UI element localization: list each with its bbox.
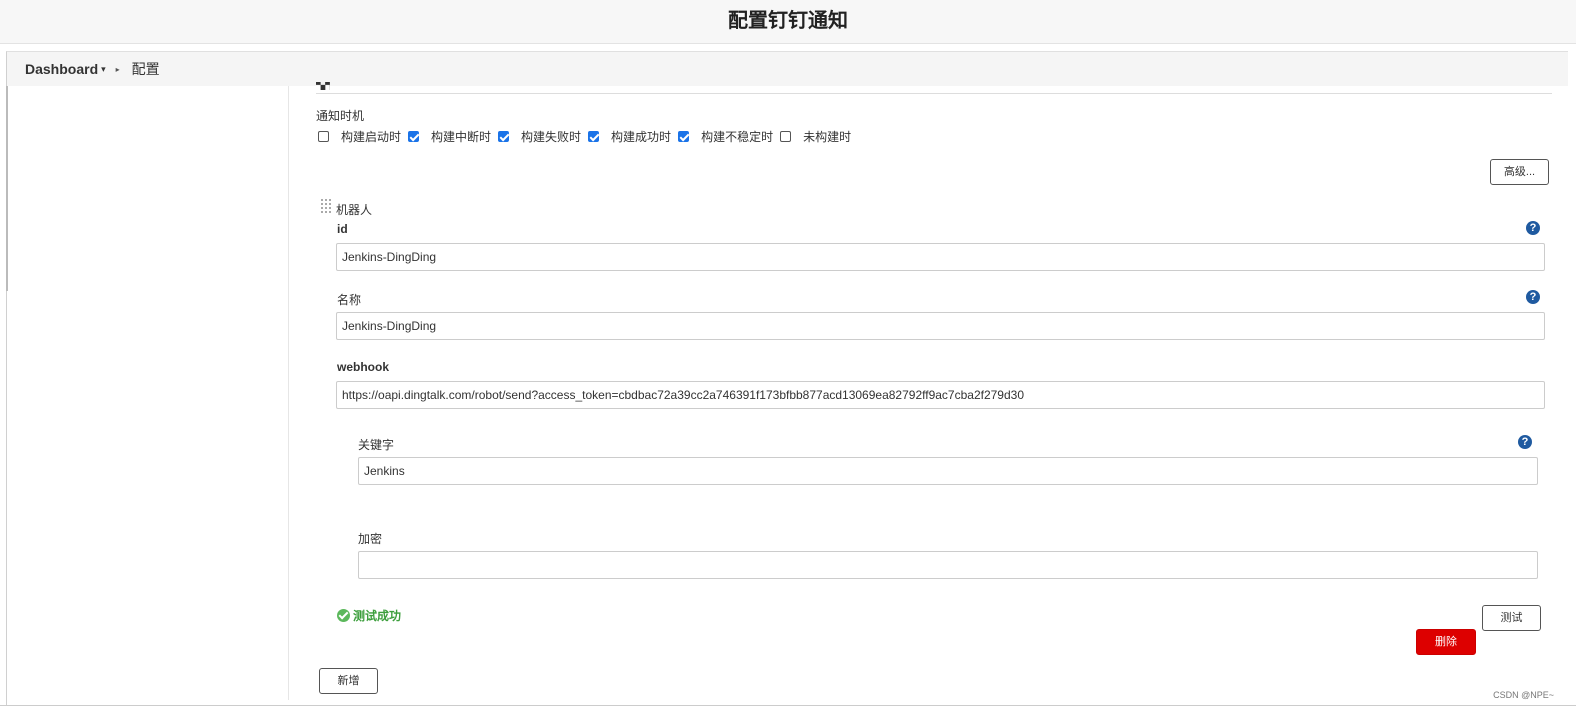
test-status: 测试成功	[337, 607, 401, 624]
bottom-divider	[0, 705, 1576, 706]
checkbox-label: 构建失败时	[521, 130, 582, 144]
checkbox-label: 构建启动时	[341, 130, 402, 144]
watermark: CSDN @NPE~	[1493, 690, 1554, 700]
advanced-button[interactable]: 高级...	[1490, 159, 1549, 185]
add-button[interactable]: 新增	[319, 668, 378, 694]
help-icon[interactable]: ?	[1518, 435, 1532, 449]
keyword-label: 关键字	[358, 438, 395, 452]
checkbox-build-success[interactable]	[588, 131, 600, 142]
checkbox-not-built[interactable]	[780, 131, 792, 142]
checkbox-build-start[interactable]	[318, 131, 329, 142]
name-label: 名称	[337, 293, 362, 307]
id-input[interactable]: Jenkins-DingDing	[336, 243, 1545, 271]
checkbox-label: 构建成功时	[611, 130, 672, 144]
notify-timing-label: 通知时机	[316, 109, 365, 123]
robot-section-label: 机器人	[336, 203, 373, 217]
id-label: id	[337, 222, 348, 236]
test-status-text: 测试成功	[353, 609, 402, 623]
webhook-input[interactable]: https://oapi.dingtalk.com/robot/send?acc…	[336, 381, 1545, 409]
secret-input[interactable]	[358, 551, 1538, 579]
checkbox-build-failure[interactable]	[498, 131, 510, 142]
content-frame	[6, 51, 1568, 705]
help-icon[interactable]: ?	[1526, 290, 1540, 304]
notify-options: 构建启动时 构建中断时 构建失败时 构建成功时 构建不稳定时 未构建时	[318, 128, 858, 145]
checkbox-label: 构建中断时	[431, 130, 492, 144]
section-heading-clipped: ▚▚	[316, 82, 330, 90]
checkbox-label: 构建不稳定时	[701, 130, 774, 144]
breadcrumb-dashboard-link[interactable]: Dashboard	[25, 61, 98, 77]
checkbox-build-unstable[interactable]	[678, 131, 690, 142]
checkbox-label: 未构建时	[803, 130, 852, 144]
secret-label: 加密	[358, 532, 383, 546]
webhook-label: webhook	[337, 360, 390, 374]
section-divider	[316, 93, 1552, 94]
scrollbar[interactable]	[6, 86, 8, 291]
drag-handle-icon[interactable]	[321, 199, 331, 215]
page-title: 配置钉钉通知	[0, 0, 1576, 44]
sidebar-divider	[288, 86, 289, 700]
delete-button[interactable]: 删除	[1416, 629, 1476, 655]
help-icon[interactable]: ?	[1526, 221, 1540, 235]
name-input[interactable]: Jenkins-DingDing	[336, 312, 1545, 340]
checkbox-build-aborted[interactable]	[408, 131, 420, 142]
breadcrumb: Dashboard ▾ ▸ 配置	[7, 52, 1568, 86]
chevron-down-icon[interactable]: ▾	[101, 64, 106, 75]
check-circle-icon	[337, 609, 350, 622]
breadcrumb-current: 配置	[131, 61, 160, 77]
test-button[interactable]: 测试	[1482, 605, 1541, 631]
chevron-right-icon: ▸	[115, 64, 120, 74]
keyword-input[interactable]: Jenkins	[358, 457, 1538, 485]
